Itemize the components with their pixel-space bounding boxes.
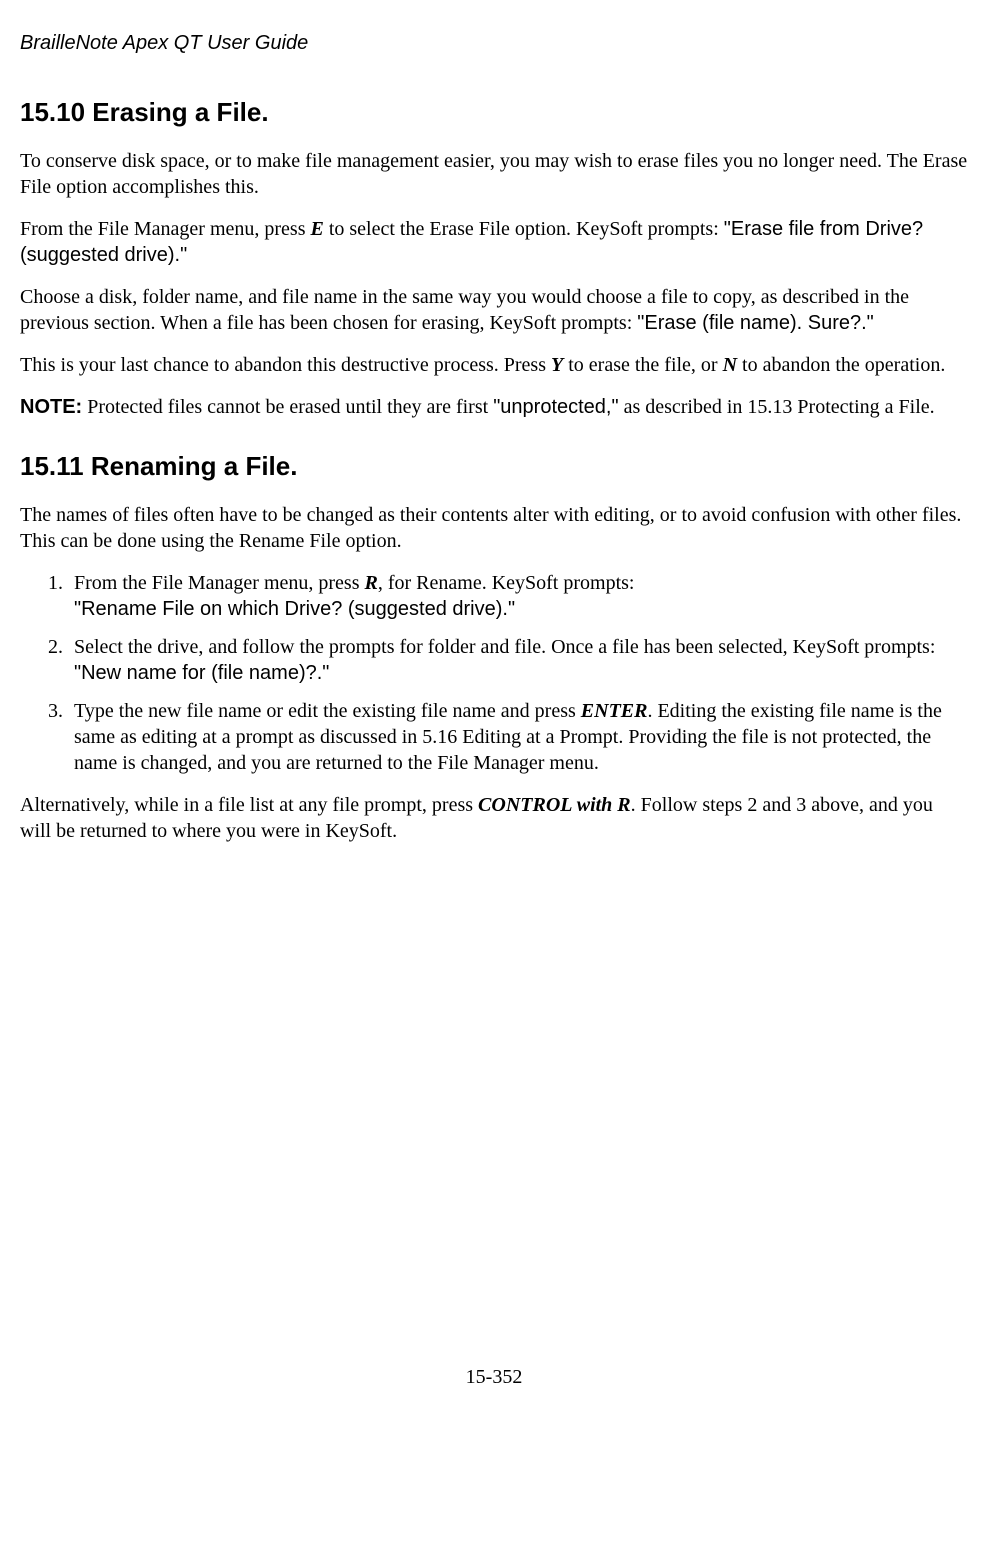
prompt-text: "New name for (file name)?."	[74, 662, 329, 684]
list-item: Select the drive, and follow the prompts…	[68, 634, 968, 686]
text: as described in 15.13 Protecting a File.	[619, 396, 935, 418]
key-label: R	[365, 572, 378, 594]
section-heading-erasing: 15.10 Erasing a File.	[20, 96, 968, 130]
document-header: BrailleNote Apex QT User Guide	[20, 30, 968, 56]
paragraph: Choose a disk, folder name, and file nam…	[20, 284, 968, 336]
page-number: 15-352	[20, 1364, 968, 1390]
text: This is your last chance to abandon this…	[20, 354, 551, 376]
text: to erase the file, or	[563, 354, 722, 376]
text: Protected files cannot be erased until t…	[82, 396, 493, 418]
prompt-text: "unprotected,"	[493, 396, 618, 418]
text: to select the Erase File option. KeySoft…	[324, 218, 724, 240]
list-item: Type the new file name or edit the exist…	[68, 698, 968, 776]
text: , for Rename. KeySoft prompts:	[378, 572, 635, 594]
paragraph: The names of files often have to be chan…	[20, 502, 968, 554]
note-label: NOTE:	[20, 396, 82, 418]
key-label: ENTER	[581, 700, 648, 722]
note-paragraph: NOTE: Protected files cannot be erased u…	[20, 394, 968, 420]
ordered-list: From the File Manager menu, press R, for…	[20, 570, 968, 776]
prompt-text: "Erase (file name). Sure?."	[637, 312, 874, 334]
text: Type the new file name or edit the exist…	[74, 700, 581, 722]
paragraph: This is your last chance to abandon this…	[20, 352, 968, 378]
section-heading-renaming: 15.11 Renaming a File.	[20, 450, 968, 484]
key-label: CONTROL with R	[478, 794, 631, 816]
text: From the File Manager menu, press	[74, 572, 365, 594]
text: to abandon the operation.	[737, 354, 945, 376]
paragraph: Alternatively, while in a file list at a…	[20, 792, 968, 844]
paragraph: To conserve disk space, or to make file …	[20, 148, 968, 200]
text: From the File Manager menu, press	[20, 218, 311, 240]
key-label: Y	[551, 354, 563, 376]
list-item: From the File Manager menu, press R, for…	[68, 570, 968, 622]
paragraph: From the File Manager menu, press E to s…	[20, 216, 968, 268]
prompt-text: "Rename File on which Drive? (suggested …	[74, 598, 515, 620]
text: Alternatively, while in a file list at a…	[20, 794, 478, 816]
key-label: N	[723, 354, 737, 376]
text: Select the drive, and follow the prompts…	[74, 636, 935, 658]
key-label: E	[311, 218, 324, 240]
